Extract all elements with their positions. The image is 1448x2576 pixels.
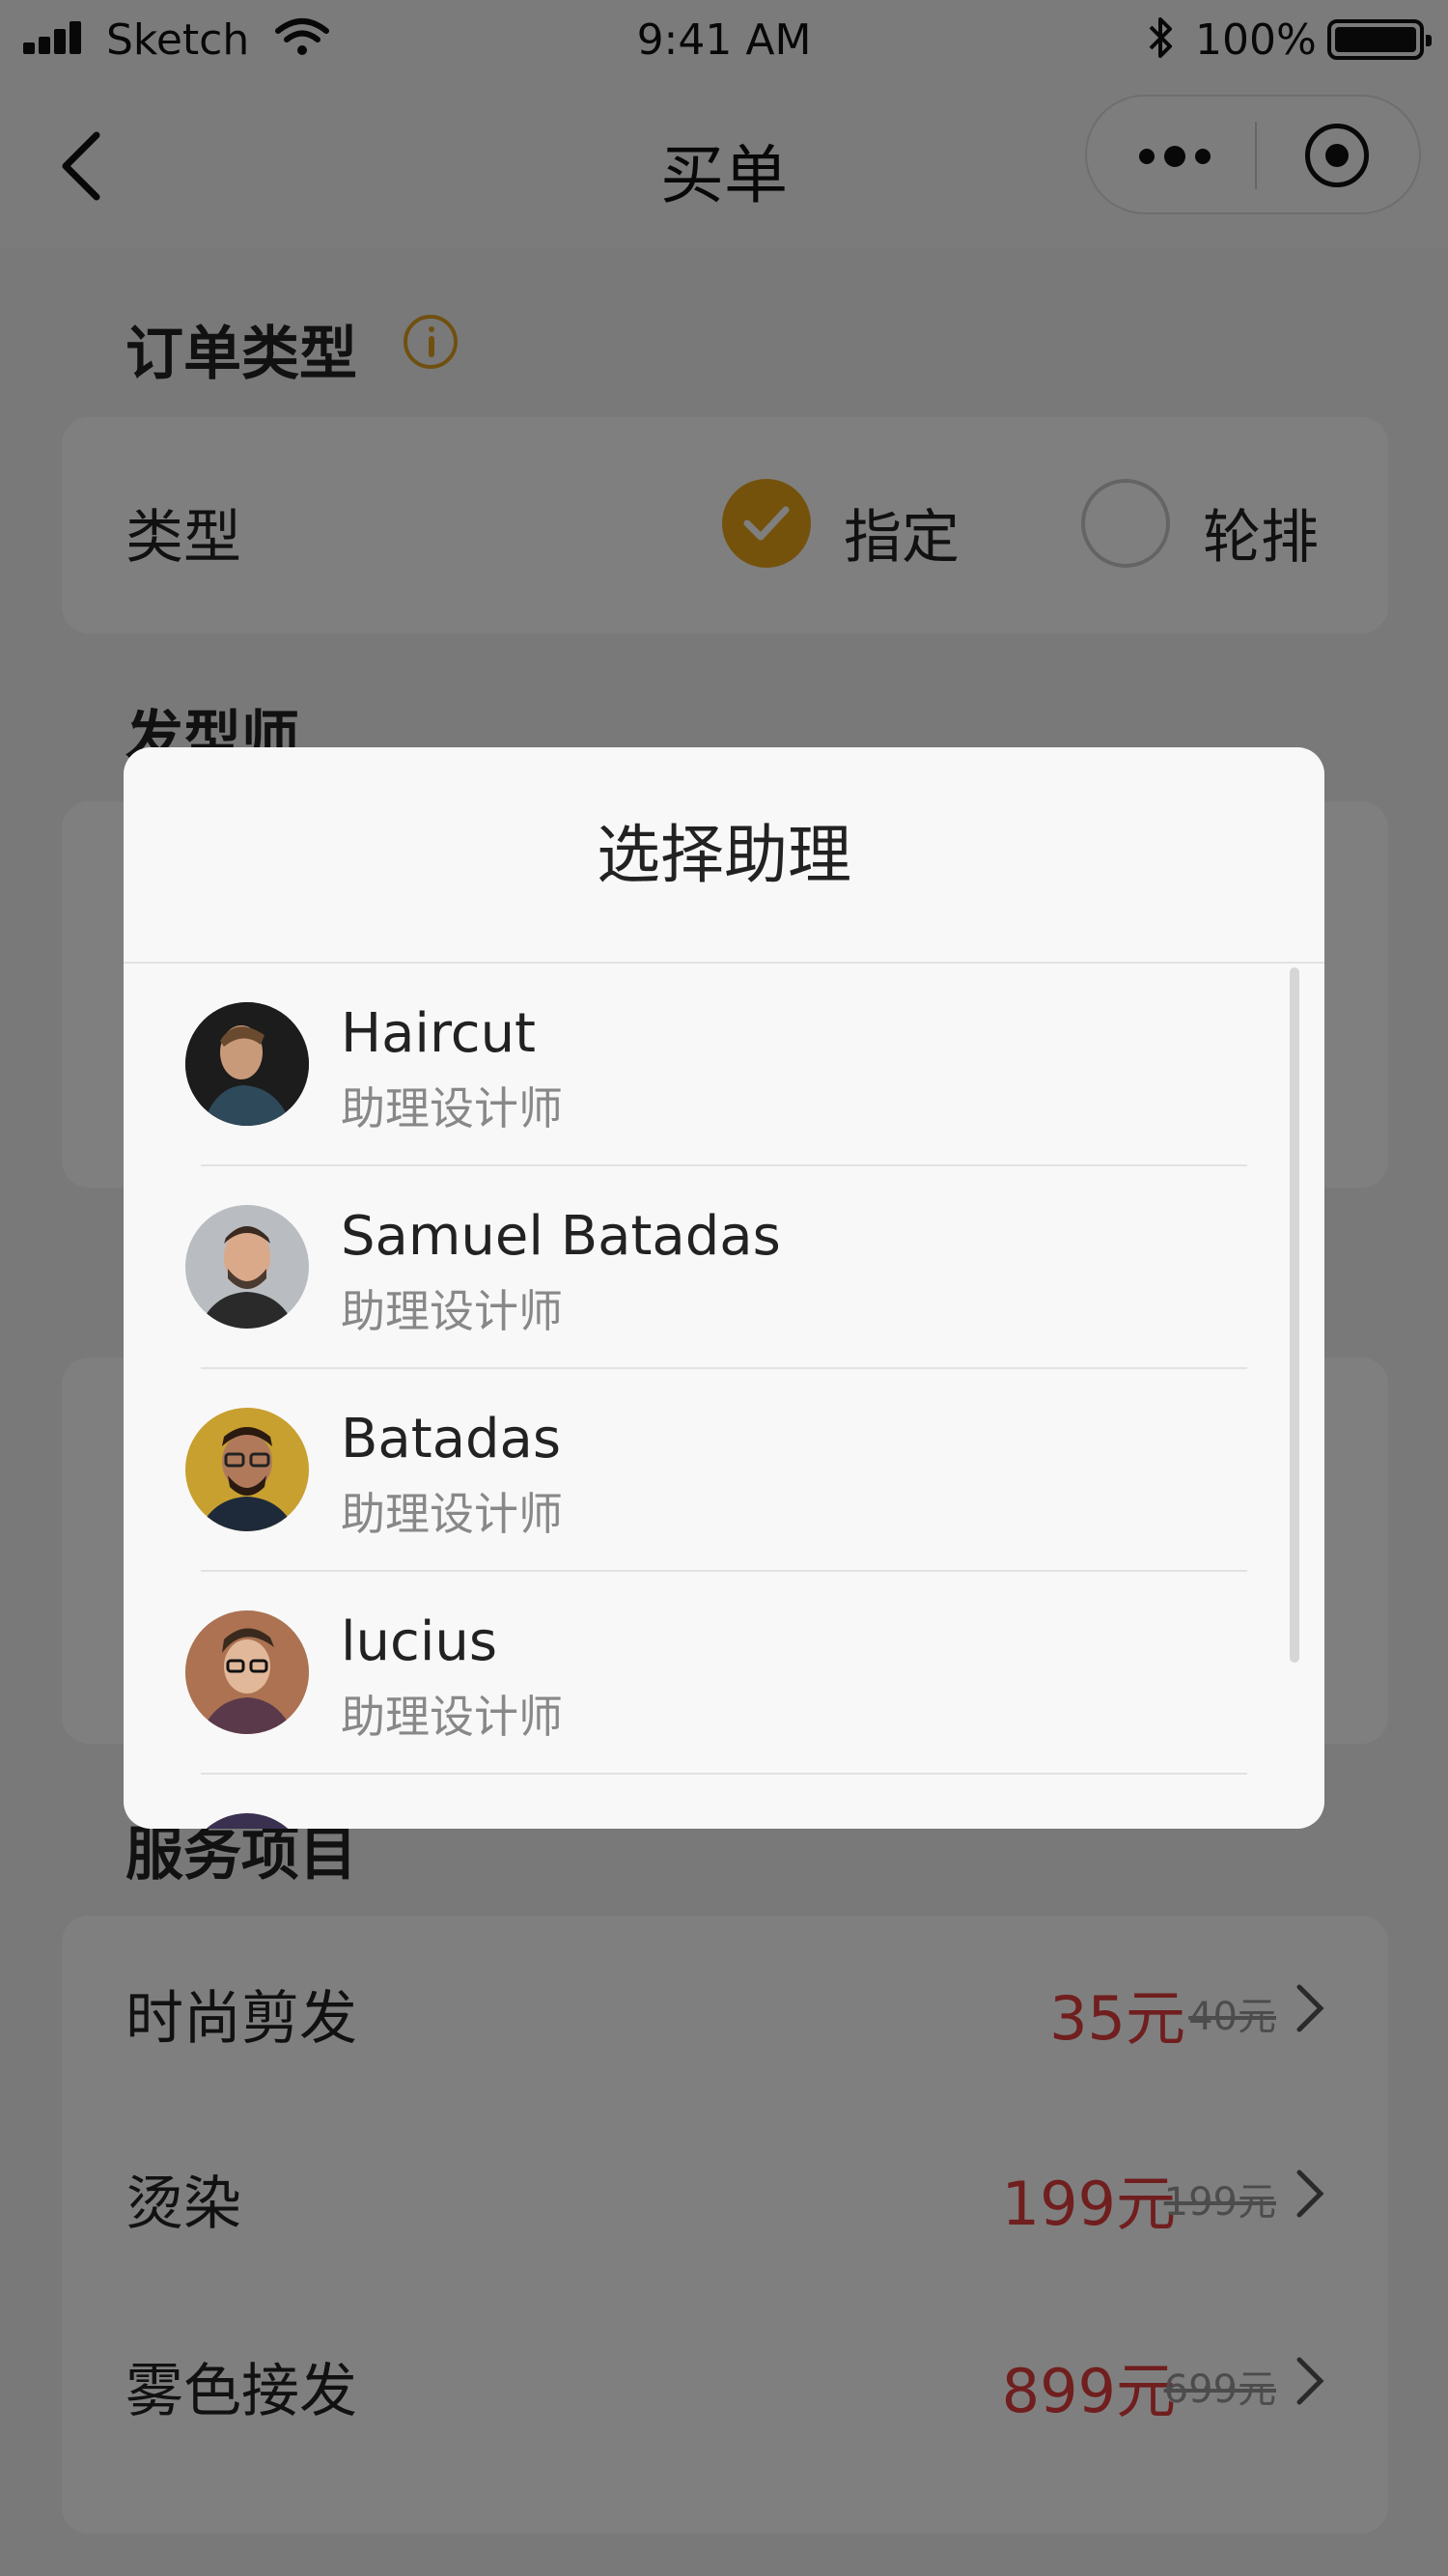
assistant-role: 助理设计师 (341, 1488, 563, 1540)
avatar (185, 1408, 309, 1531)
assistant-item[interactable]: Samuel Batadas 助理设计师 (124, 1166, 1324, 1369)
avatar (185, 1610, 309, 1734)
avatar (185, 1002, 309, 1126)
assistant-role: 助理设计师 (341, 1082, 563, 1134)
assistant-item[interactable]: Haircut 助理设计师 (124, 964, 1324, 1166)
assistant-role: 助理设计师 (341, 1691, 563, 1743)
assistant-name: 王尘 (341, 1813, 449, 1829)
assistant-item[interactable]: Batadas 助理设计师 (124, 1369, 1324, 1572)
avatar (185, 1813, 309, 1829)
assistant-item[interactable]: lucius 助理设计师 (124, 1572, 1324, 1775)
assistant-name: lucius (341, 1610, 498, 1673)
assistant-list[interactable]: Haircut 助理设计师 Samuel Batadas 助理设计师 Batad… (124, 964, 1324, 1829)
assistant-item[interactable]: 王尘 助理设计师 (124, 1775, 1324, 1829)
assistant-name: Samuel Batadas (341, 1205, 781, 1268)
assistant-name: Batadas (341, 1408, 562, 1470)
select-assistant-modal: 选择助理 Haircut 助理设计师 Samuel Batadas 助理设计师 … (124, 747, 1324, 1829)
modal-title: 选择助理 (124, 747, 1324, 964)
assistant-role: 助理设计师 (341, 1285, 563, 1337)
avatar (185, 1205, 309, 1329)
assistant-name: Haircut (341, 1002, 537, 1065)
scrollbar[interactable] (1290, 967, 1299, 1663)
